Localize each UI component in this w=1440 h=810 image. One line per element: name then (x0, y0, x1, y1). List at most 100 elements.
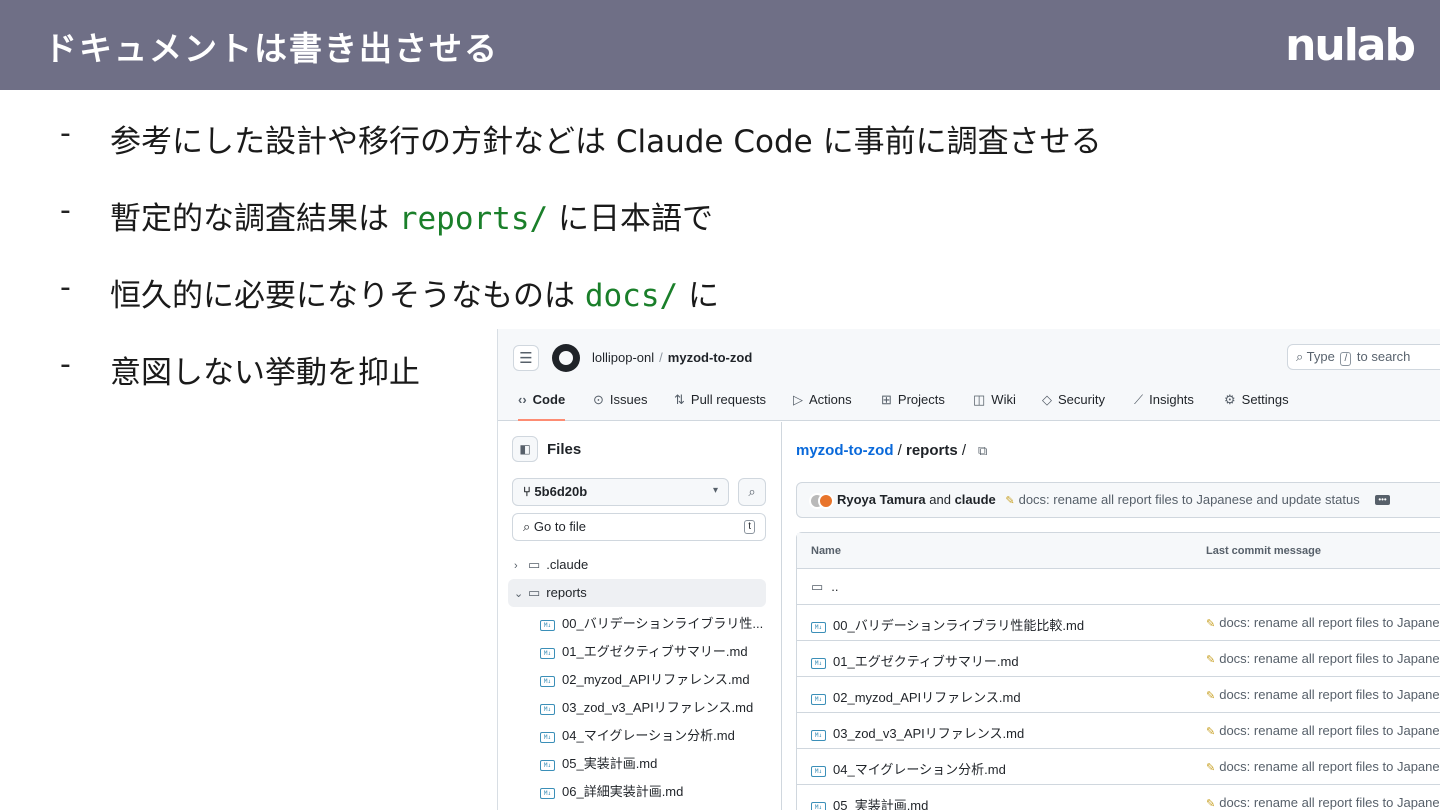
table-row[interactable]: M↓ 05_実装計画.md ✎ docs: rename all report fi… (797, 785, 1440, 810)
tab-projects[interactable]: ⊞ Projects (881, 387, 945, 421)
markdown-icon: M↓ (540, 760, 555, 771)
markdown-icon: M↓ (811, 766, 826, 777)
tree-file[interactable]: M↓ 06_詳細実装計画.md (534, 775, 766, 803)
search-icon[interactable]: ⌕ (738, 478, 766, 506)
file-commit-message[interactable]: ✎ docs: rename all report files to Japane… (1206, 651, 1440, 666)
memo-icon: ✎ (1206, 726, 1216, 738)
tree-folder-label: reports (546, 585, 587, 600)
sidebar-collapse-icon[interactable]: ◧ (512, 436, 538, 462)
tree-file-label: 02_myzod_APIリファレンス.md (562, 672, 750, 687)
parent-label: .. (831, 579, 839, 594)
commit-message-text: docs: rename all report files to Japanes (1219, 759, 1440, 774)
tab-label: Issues (609, 392, 648, 407)
ellipsis-button[interactable]: ••• (1375, 495, 1390, 505)
tree-file-label: 00_バリデーションライブラリ性... (562, 616, 764, 631)
table-row[interactable]: M↓ 00_バリデーションライブラリ性能比較.md ✎ docs: rename a… (797, 605, 1440, 641)
file-name-link[interactable]: M↓ 01_エグゼクティブサマリー.md (811, 651, 1019, 670)
file-table: Name Last commit message ▭.. M↓ 00_バリデーショ… (796, 532, 1440, 810)
repo-name-link[interactable]: myzod-to-zod (668, 350, 752, 365)
search-icon: ⌕ (523, 519, 534, 534)
tree-file[interactable]: M↓ 04_マイグレーション分析.md (534, 719, 766, 747)
commit-and: and (925, 492, 955, 507)
tab-label: Wiki (991, 392, 1016, 407)
tab-settings[interactable]: ⚙ Settings (1224, 387, 1289, 421)
tree-file[interactable]: M↓ 02_myzod_APIリファレンス.md (534, 663, 766, 691)
table-row[interactable]: M↓ 02_myzod_APIリファレンス.md ✎ docs: rename al… (797, 677, 1440, 713)
tab-security[interactable]: ◇ Security (1042, 387, 1105, 421)
tree-file[interactable]: M↓ 05_実装計画.md (534, 747, 766, 775)
tab-pull-requests[interactable]: ⇅ Pull requests (674, 387, 766, 421)
file-commit-message[interactable]: ✎ docs: rename all report files to Japane… (1206, 795, 1440, 810)
chevron-down-icon: ▾ (712, 485, 718, 496)
bullet-text: 恒久的に必要になりそうなものは docs/ に (110, 270, 719, 315)
branch-name: 5b6d20b (534, 484, 588, 499)
tree-folder-reports[interactable]: ⌄ ▭ reports (508, 579, 766, 607)
branch-selector[interactable]: ⑂ 5b6d20b ▾ (512, 478, 729, 506)
tree-file[interactable]: M↓ 01_エグゼクティブサマリー.md (534, 635, 766, 663)
pull-request-icon: ⇅ (674, 392, 685, 407)
tree-file[interactable]: M↓ 03_zod_v3_APIリファレンス.md (534, 691, 766, 719)
bullet-item: - 恒久的に必要になりそうなものは docs/ に (0, 270, 1200, 330)
tab-label: Insights (1149, 392, 1194, 407)
memo-icon: ✎ (1206, 762, 1216, 774)
repo-owner-link[interactable]: lollipop-onl (592, 350, 654, 365)
commit-coauthor[interactable]: claude (955, 492, 996, 507)
go-to-file-input[interactable]: ⌕ Go to file t (512, 513, 766, 541)
table-row-parent[interactable]: ▭.. (797, 569, 1440, 605)
search-input[interactable]: ⌕ Type / to search (1287, 344, 1440, 370)
gear-icon: ⚙ (1224, 392, 1236, 407)
file-commit-message[interactable]: ✎ docs: rename all report files to Japane… (1206, 687, 1440, 702)
nulab-logo: nulab (1285, 20, 1416, 71)
tree-folder-claude[interactable]: › ▭ .claude (508, 551, 766, 579)
tab-insights[interactable]: ⟋ Insights (1134, 387, 1194, 421)
file-name-link[interactable]: M↓ 00_バリデーションライブラリ性能比較.md (811, 615, 1084, 634)
markdown-icon: M↓ (540, 620, 555, 631)
tree-file[interactable]: M↓ 00_バリデーションライブラリ性... (534, 607, 766, 635)
file-commit-message[interactable]: ✎ docs: rename all report files to Japane… (1206, 723, 1440, 738)
tab-actions[interactable]: ▷ Actions (793, 387, 852, 421)
table-row[interactable]: M↓ 03_zod_v3_APIリファレンス.md ✎ docs: rename a… (797, 713, 1440, 749)
memo-icon: ✎ (1206, 798, 1216, 810)
menu-icon[interactable]: ☰ (513, 345, 539, 371)
table-row[interactable]: M↓ 01_エグゼクティブサマリー.md ✎ docs: rename all re… (797, 641, 1440, 677)
tab-issues[interactable]: ⊙ Issues (593, 387, 647, 421)
tree-folder-label: .claude (546, 557, 589, 572)
file-commit-message[interactable]: ✎ docs: rename all report files to Japane… (1206, 615, 1440, 630)
file-name-link[interactable]: M↓ 03_zod_v3_APIリファレンス.md (811, 723, 1024, 742)
breadcrumb-repo-link[interactable]: myzod-to-zod (796, 442, 893, 459)
bullet-text: 参考にした設計や移行の方針などは Claude Code に事前に調査させる (110, 124, 1102, 160)
file-name-link[interactable]: M↓ 04_マイグレーション分析.md (811, 759, 1006, 778)
github-logo-icon[interactable] (552, 344, 580, 372)
file-name: 03_zod_v3_APIリファレンス.md (833, 726, 1025, 741)
memo-icon: ✎ (1206, 618, 1216, 630)
parent-directory-link[interactable]: ▭.. (811, 579, 839, 595)
markdown-icon: M↓ (811, 622, 826, 633)
avatar[interactable] (818, 493, 834, 509)
tab-wiki[interactable]: ◫ Wiki (973, 387, 1016, 421)
commit-author[interactable]: Ryoya Tamura (837, 492, 926, 507)
github-repo-screenshot: ☰ lollipop-onl / myzod-to-zod ⌕ Type / to … (497, 329, 1440, 810)
file-name-link[interactable]: M↓ 02_myzod_APIリファレンス.md (811, 687, 1021, 706)
memo-icon: ✎ (1005, 495, 1015, 507)
github-header: ☰ lollipop-onl / myzod-to-zod ⌕ Type / to … (498, 329, 1440, 421)
markdown-icon: M↓ (540, 704, 555, 715)
tab-code[interactable]: ‹› Code (518, 387, 566, 421)
tree-file-label: 01_エグゼクティブサマリー.md (562, 644, 748, 659)
bullet-dash: - (60, 116, 71, 151)
bullet-dash: - (60, 270, 71, 305)
bullet-text-after: に (678, 278, 720, 314)
tab-label: Actions (809, 392, 852, 407)
bullet-text: 意図しない挙動を抑止 (110, 355, 420, 391)
memo-icon: ✎ (1206, 654, 1216, 666)
tab-label: Pull requests (690, 392, 767, 407)
table-row[interactable]: M↓ 04_マイグレーション分析.md ✎ docs: rename all rep… (797, 749, 1440, 785)
markdown-icon: M↓ (540, 676, 555, 687)
book-icon: ◫ (973, 392, 986, 407)
memo-icon: ✎ (1206, 690, 1216, 702)
commit-message[interactable]: ✎ docs: rename all report files to Japane… (1005, 492, 1359, 507)
file-commit-message[interactable]: ✎ docs: rename all report files to Japane… (1206, 759, 1440, 774)
file-name-link[interactable]: M↓ 05_実装計画.md (811, 795, 928, 810)
file-name: 04_マイグレーション分析.md (833, 762, 1006, 777)
copy-icon[interactable]: ⧉ (978, 443, 987, 458)
shield-icon: ◇ (1042, 392, 1052, 407)
